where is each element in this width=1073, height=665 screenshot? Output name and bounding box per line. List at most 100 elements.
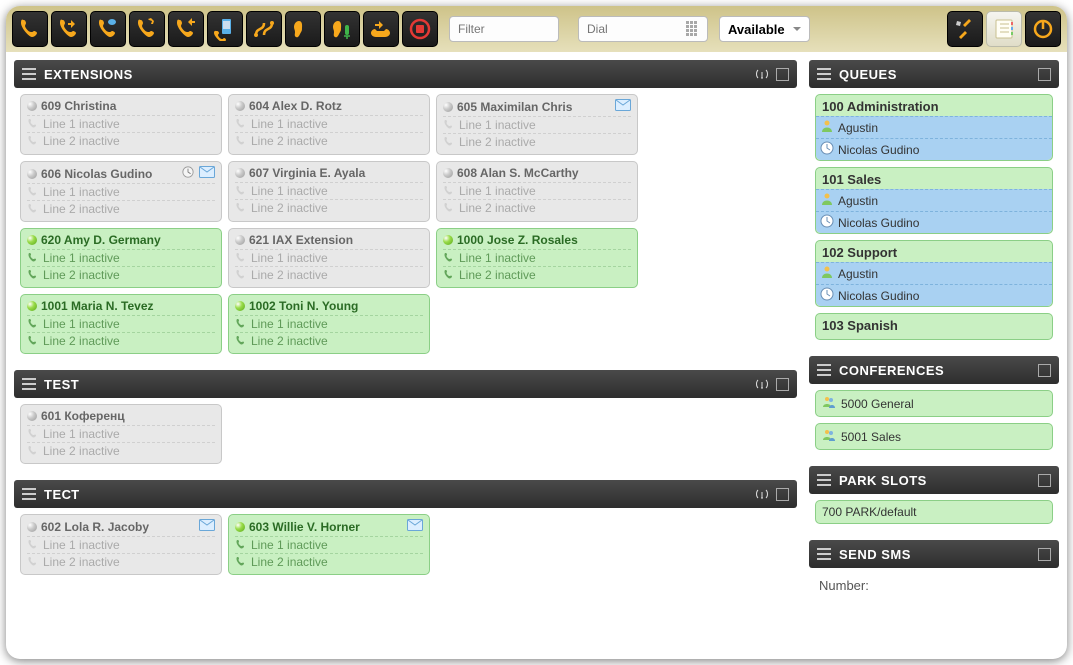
menu-icon[interactable]	[22, 488, 36, 500]
line-row: Line 1 inactive	[443, 116, 631, 133]
minimize-icon[interactable]	[776, 68, 789, 81]
clock-icon	[820, 141, 834, 158]
line-label: Line 1 inactive	[43, 427, 120, 441]
extension-card[interactable]: 609 ChristinaLine 1 inactiveLine 2 inact…	[20, 94, 222, 155]
status-dot-icon	[235, 168, 245, 178]
line-row: Line 2 inactive	[27, 553, 215, 570]
extension-card[interactable]: 620 Amy D. GermanyLine 1 inactiveLine 2 …	[20, 228, 222, 288]
member-name: Nicolas Gudino	[838, 216, 919, 230]
extension-card[interactable]: 1002 Toni N. YoungLine 1 inactiveLine 2 …	[228, 294, 430, 354]
redirect-button[interactable]	[168, 11, 204, 47]
callpath-button[interactable]	[246, 11, 282, 47]
extension-card[interactable]: 601 КоференцLine 1 inactiveLine 2 inacti…	[20, 404, 222, 464]
barge-button[interactable]	[363, 11, 399, 47]
minimize-icon[interactable]	[1038, 548, 1051, 561]
keypad-icon[interactable]	[686, 21, 702, 37]
conference-item[interactable]: 5001 Sales	[815, 423, 1053, 450]
extension-card[interactable]: 1001 Maria N. TevezLine 1 inactiveLine 2…	[20, 294, 222, 354]
line-row: Line 2 inactive	[27, 332, 215, 349]
minimize-icon[interactable]	[1038, 474, 1051, 487]
queue-item[interactable]: 100 Administration Agustin Nicolas Gudino	[815, 94, 1053, 161]
transfer-button[interactable]	[90, 11, 126, 47]
broadcast-icon[interactable]	[754, 376, 770, 392]
filter-input[interactable]	[449, 16, 559, 42]
status-select[interactable]: Available	[719, 16, 810, 42]
extension-card[interactable]: 608 Alan S. McCarthyLine 1 inactiveLine …	[436, 161, 638, 222]
line-row: Line 2 inactive	[27, 266, 215, 283]
queue-member[interactable]: Nicolas Gudino	[816, 211, 1052, 233]
mail-icon	[615, 99, 631, 114]
queue-item[interactable]: 103 Spanish	[815, 313, 1053, 340]
line-row: Line 2 inactive	[27, 200, 215, 217]
line-row: Line 1 inactive	[235, 536, 423, 553]
queue-title: 101 Sales	[822, 172, 1046, 189]
line-row: Line 2 inactive	[27, 132, 215, 149]
line-label: Line 1 inactive	[251, 117, 328, 131]
menu-icon[interactable]	[817, 548, 831, 560]
minimize-icon[interactable]	[776, 488, 789, 501]
minimize-icon[interactable]	[1038, 364, 1051, 377]
voicemail-button[interactable]	[129, 11, 165, 47]
queue-item[interactable]: 102 SupportAgustinNicolas Gudino	[815, 240, 1053, 307]
panel-header: EXTENSIONS	[14, 60, 797, 88]
person-icon	[820, 265, 834, 282]
status-dot-icon	[443, 102, 453, 112]
line-row: Line 1 inactive	[235, 115, 423, 132]
line-row: Line 1 inactive	[235, 315, 423, 332]
power-button[interactable]	[1025, 11, 1061, 47]
conference-item[interactable]: 5000 General	[815, 390, 1053, 417]
extension-card[interactable]: 605 Maximilan ChrisLine 1 inactiveLine 2…	[436, 94, 638, 155]
phone-button[interactable]	[12, 11, 48, 47]
extension-name: 609 Christina	[41, 99, 211, 113]
queue-item[interactable]: 101 SalesAgustin Nicolas Gudino	[815, 167, 1053, 234]
line-label: Line 2 inactive	[43, 444, 120, 458]
queue-member[interactable]: Agustin	[816, 262, 1052, 284]
line-row: Line 2 inactive	[27, 442, 215, 459]
queue-member[interactable]: Agustin	[816, 189, 1052, 211]
menu-icon[interactable]	[817, 68, 831, 80]
line-label: Line 2 inactive	[43, 555, 120, 569]
extension-card[interactable]: 621 IAX ExtensionLine 1 inactiveLine 2 i…	[228, 228, 430, 288]
conferences-panel: CONFERENCES 5000 General5001 Sales	[809, 356, 1059, 456]
broadcast-icon[interactable]	[754, 486, 770, 502]
extension-card[interactable]: 604 Alex D. RotzLine 1 inactiveLine 2 in…	[228, 94, 430, 155]
extension-card[interactable]: 606 Nicolas GudinoLine 1 inactiveLine 2 …	[20, 161, 222, 222]
listen-button[interactable]	[285, 11, 321, 47]
status-dot-icon	[443, 168, 453, 178]
member-name: Agustin	[838, 121, 878, 135]
whisper-button[interactable]	[324, 11, 360, 47]
queue-title: 100 Administration	[822, 99, 1046, 116]
contacts-button[interactable]	[986, 11, 1022, 47]
toolbar: Available	[6, 6, 1067, 52]
panel-title: SEND SMS	[839, 547, 911, 562]
extension-card[interactable]: 602 Lola R. JacobyLine 1 inactiveLine 2 …	[20, 514, 222, 575]
people-icon	[822, 395, 836, 412]
settings-button[interactable]	[947, 11, 983, 47]
minimize-icon[interactable]	[776, 378, 789, 391]
minimize-icon[interactable]	[1038, 68, 1051, 81]
mail-icon	[407, 519, 423, 534]
queue-member[interactable]: Nicolas Gudino	[816, 138, 1052, 160]
extension-card[interactable]: 603 Willie V. HornerLine 1 inactiveLine …	[228, 514, 430, 575]
extension-card[interactable]: 1000 Jose Z. RosalesLine 1 inactiveLine …	[436, 228, 638, 288]
menu-icon[interactable]	[22, 68, 36, 80]
line-label: Line 1 inactive	[43, 317, 120, 331]
mobile-button[interactable]	[207, 11, 243, 47]
person-icon	[820, 119, 834, 136]
line-label: Line 2 inactive	[43, 134, 120, 148]
broadcast-icon[interactable]	[754, 66, 770, 82]
park-item[interactable]: 700 PARK/default	[815, 500, 1053, 524]
line-row: Line 1 inactive	[443, 182, 631, 199]
menu-icon[interactable]	[817, 364, 831, 376]
queue-member[interactable]: Agustin	[816, 116, 1052, 138]
menu-icon[interactable]	[22, 378, 36, 390]
line-label: Line 1 inactive	[459, 184, 536, 198]
status-dot-icon	[27, 411, 37, 421]
menu-icon[interactable]	[817, 474, 831, 486]
stop-button[interactable]	[402, 11, 438, 47]
queue-member[interactable]: Nicolas Gudino	[816, 284, 1052, 306]
sms-number-label: Number:	[819, 578, 869, 593]
extension-card[interactable]: 607 Virginia E. AyalaLine 1 inactiveLine…	[228, 161, 430, 222]
line-label: Line 2 inactive	[251, 555, 328, 569]
hold-button[interactable]	[51, 11, 87, 47]
